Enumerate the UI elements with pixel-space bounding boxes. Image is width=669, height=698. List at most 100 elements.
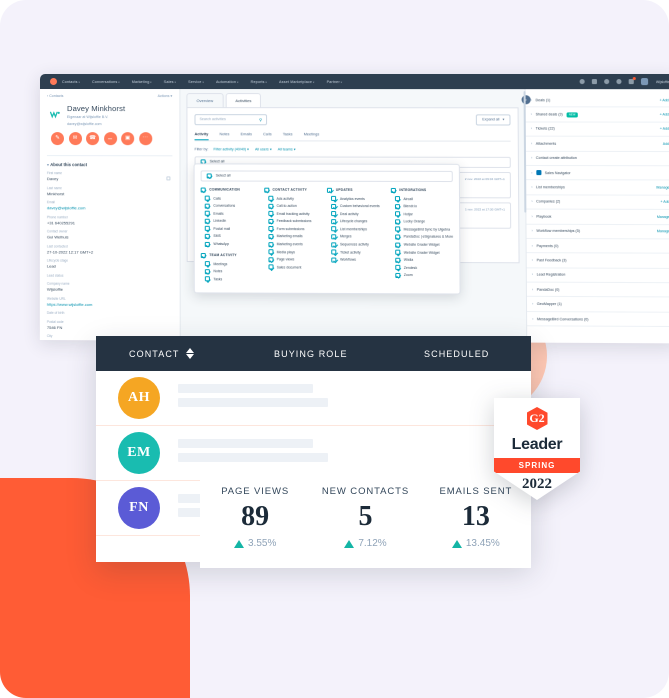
chevron-right-icon[interactable]: › [531,142,532,146]
task-icon[interactable]: ▣ [121,131,135,145]
breadcrumb[interactable]: Contacts [47,94,63,98]
checkbox-icon[interactable] [394,226,401,232]
filter-option[interactable]: Custom behavioral events [327,203,385,209]
chevron-right-icon[interactable]: › [531,112,532,116]
checkbox-icon[interactable] [268,257,274,263]
contact-email[interactable]: davey@wijsloffie.com [67,122,125,126]
checkbox-icon[interactable] [267,211,274,217]
chevron-right-icon[interactable]: › [532,258,533,262]
column-header-contact[interactable]: CONTACT [96,347,274,360]
sidebar-row-9[interactable]: › Workflow memberships (5) Manage [526,224,669,240]
checkbox-icon[interactable] [390,187,396,193]
filter-option[interactable]: Marketing events [264,241,322,247]
group-header-communication[interactable]: COMMUNICATION [200,187,259,193]
filter-option[interactable]: Feedback submissions [264,218,322,224]
checkbox-icon[interactable] [268,249,274,255]
filter-option[interactable]: Workflows [327,257,386,263]
filter-option[interactable]: Page views [264,257,322,263]
subtab-tasks[interactable]: Tasks [283,132,293,140]
checkbox-icon[interactable] [204,218,210,224]
sidebar-row-2[interactable]: › Tickets (22) + Add [525,122,669,138]
checkbox-icon[interactable] [394,211,401,217]
filter-option[interactable]: Call-to-action [264,203,322,209]
column-header-scheduled[interactable]: SCHEDULED [424,349,531,359]
sidebar-row-5[interactable]: › Sales Navigator [526,165,669,181]
checkbox-icon[interactable] [395,257,401,263]
field-value[interactable]: davey@wijsloffie.com [47,205,173,210]
nav-item-8[interactable]: Partner [327,80,343,84]
checkbox-icon[interactable] [395,234,401,240]
checkbox-icon[interactable] [331,203,337,209]
group-header-contact-activity[interactable]: CONTACT ACTIVITY [263,187,322,193]
field-value[interactable] [47,316,173,317]
filter-option[interactable]: Blendr.io [391,203,453,209]
table-row[interactable]: AH [96,371,531,426]
chevron-right-icon[interactable]: › [531,98,532,102]
checkbox-icon[interactable] [204,210,210,216]
sidebar-row-4[interactable]: › Contact create attribution [525,151,669,167]
checkbox-icon[interactable] [204,226,210,232]
checkbox-icon[interactable] [331,226,337,232]
sidebar-row-1[interactable]: › Shared deals (3) NEW + Add [525,107,669,123]
checkbox-icon[interactable] [331,211,337,217]
checkbox-icon[interactable] [395,249,401,255]
sidebar-row-10[interactable]: › Payments (0) [526,238,669,254]
email-icon[interactable]: ✉ [68,131,82,145]
chevron-right-icon[interactable]: › [532,302,533,306]
tab-activities[interactable]: Activities [225,93,262,107]
filter-option[interactable]: Website Grader Widget [391,249,453,255]
nav-item-3[interactable]: Sales [164,80,176,84]
chevron-right-icon[interactable]: › [532,229,533,233]
sidebar-row-action[interactable]: + Add [659,98,668,102]
filter-option[interactable]: Marketing emails [264,234,322,240]
nav-item-0[interactable]: Contacts [62,80,80,84]
sidebar-row-action[interactable]: + Add [660,113,669,117]
sidebar-row-12[interactable]: › Lead Registration [526,268,669,284]
subtab-meetings[interactable]: Meetings [304,132,320,140]
chevron-right-icon[interactable]: › [531,127,532,131]
about-section-title[interactable]: About this contact [46,154,173,167]
nav-item-6[interactable]: Reports [251,80,267,84]
chevron-right-icon[interactable]: › [531,171,532,175]
filter-option[interactable]: Analytics events [327,195,385,201]
filter-link-1[interactable]: All users [255,147,272,151]
checkbox-icon[interactable] [204,276,210,282]
subtab-emails[interactable]: Emails [240,132,252,140]
chevron-right-icon[interactable]: › [532,317,533,321]
nav-item-1[interactable]: Conversations [92,80,120,84]
filter-option[interactable]: List memberships [327,226,386,232]
sidebar-row-14[interactable]: › GeoMapper (1) [526,297,669,313]
sidebar-row-11[interactable]: › Past Feedback (3) [526,253,669,269]
chevron-right-icon[interactable]: › [531,200,532,204]
copy-icon[interactable] [166,176,171,181]
call-icon[interactable]: ☎ [86,131,100,145]
sort-icon[interactable] [185,347,194,360]
chevron-right-icon[interactable]: › [532,287,533,291]
field-value[interactable]: Wijsloffie [47,287,173,293]
nav-item-2[interactable]: Marketing [132,80,152,84]
checkbox-icon[interactable] [327,187,333,193]
nav-item-7[interactable]: Asset Marketplace [279,80,314,84]
hubspot-sprocket-icon[interactable] [49,78,57,86]
sidebar-row-6[interactable]: › List memberships Manage [526,180,669,196]
sidebar-row-15[interactable]: › MessageBird Conversations (0) [527,311,669,328]
filter-option[interactable]: Ads activity [264,195,322,201]
expand-all-button[interactable]: Expand all [476,113,511,126]
checkbox-icon[interactable] [204,261,210,267]
more-icon[interactable]: ⋯ [138,131,152,145]
checkbox-icon[interactable] [268,264,274,270]
filter-option[interactable]: WhatsApp [201,241,259,247]
chevron-right-icon[interactable]: › [531,185,532,189]
sidebar-row-action[interactable]: + Add [660,127,669,131]
field-value[interactable]: +31 640255291 [47,220,173,225]
filter-option[interactable]: MessageBird Sync by Ulgebra [391,226,453,232]
filter-option[interactable]: Emails [201,210,259,216]
filter-link-2[interactable]: All teams [278,147,296,151]
checkbox-icon[interactable] [331,234,337,240]
filter-option[interactable]: Notes [201,268,259,274]
checkbox-icon[interactable] [200,187,206,193]
chevron-right-icon[interactable]: › [531,156,532,160]
filter-option[interactable]: Email tracking activity [264,211,322,217]
filter-option[interactable]: Hotjar [391,211,453,217]
subtab-activity[interactable]: Activity [194,131,209,140]
